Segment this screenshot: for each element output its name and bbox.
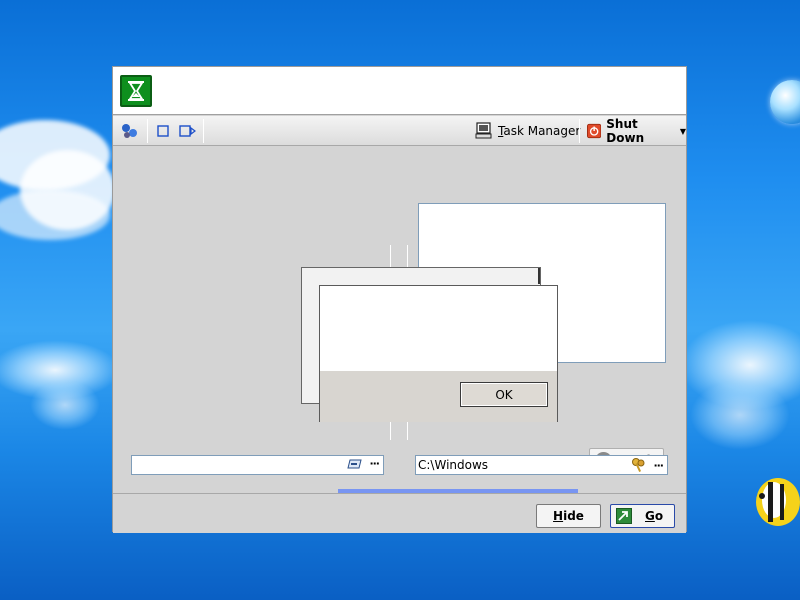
label-text: ide (563, 509, 584, 523)
browse-button[interactable]: ··· (653, 459, 664, 472)
window-arrow-button[interactable] (179, 121, 197, 141)
label-text: o (654, 509, 664, 523)
ok-button[interactable]: OK (460, 382, 548, 407)
toolbar-separator (203, 119, 204, 143)
browse-button[interactable]: ··· (369, 457, 380, 470)
right-path-field[interactable]: C:\Windows ··· (415, 455, 668, 475)
task-manager-button[interactable]: Task Manager (475, 121, 580, 141)
hide-label: Hide (553, 509, 584, 523)
shut-down-button[interactable]: Shut Down ▼ (587, 117, 686, 145)
window-button[interactable] (156, 121, 170, 141)
water-splash (30, 380, 100, 430)
window-arrow-icon (179, 125, 196, 137)
task-manager-label: Task Manager (498, 124, 580, 138)
globe-icon (770, 80, 800, 124)
go-button[interactable]: Go (610, 504, 675, 528)
water-splash (690, 380, 790, 450)
chevron-down-icon[interactable]: ▼ (680, 127, 686, 136)
drive-icon[interactable] (347, 458, 363, 470)
keys-icon[interactable] (631, 457, 647, 473)
go-label: Go (645, 509, 663, 523)
cloud (0, 190, 110, 240)
hotkey-letter: H (553, 509, 564, 523)
shut-down-label: Shut Down (606, 117, 645, 145)
right-path-value: C:\Windows (418, 458, 489, 472)
hourglass-icon (120, 75, 152, 107)
network-button[interactable] (121, 121, 139, 141)
toolbar-separator (147, 119, 148, 143)
go-arrow-icon (616, 508, 632, 524)
title-bar (113, 67, 686, 115)
power-icon (587, 123, 602, 139)
bottom-bar: Hide Go (113, 493, 686, 533)
label-text: ask Manager (503, 124, 581, 138)
toolbar: Task Manager Shut Down ▼ (113, 116, 686, 146)
fish-icon (756, 478, 800, 526)
hide-button[interactable]: Hide (536, 504, 601, 528)
left-path-field[interactable]: ··· (131, 455, 384, 475)
window-icon (157, 125, 169, 137)
toolbar-separator (579, 119, 580, 143)
network-icon (122, 124, 137, 138)
hotkey-letter: G (645, 509, 655, 523)
computer-icon (475, 122, 492, 139)
message-dialog: OK (319, 285, 558, 422)
ghost-cursor-mark (538, 268, 540, 284)
